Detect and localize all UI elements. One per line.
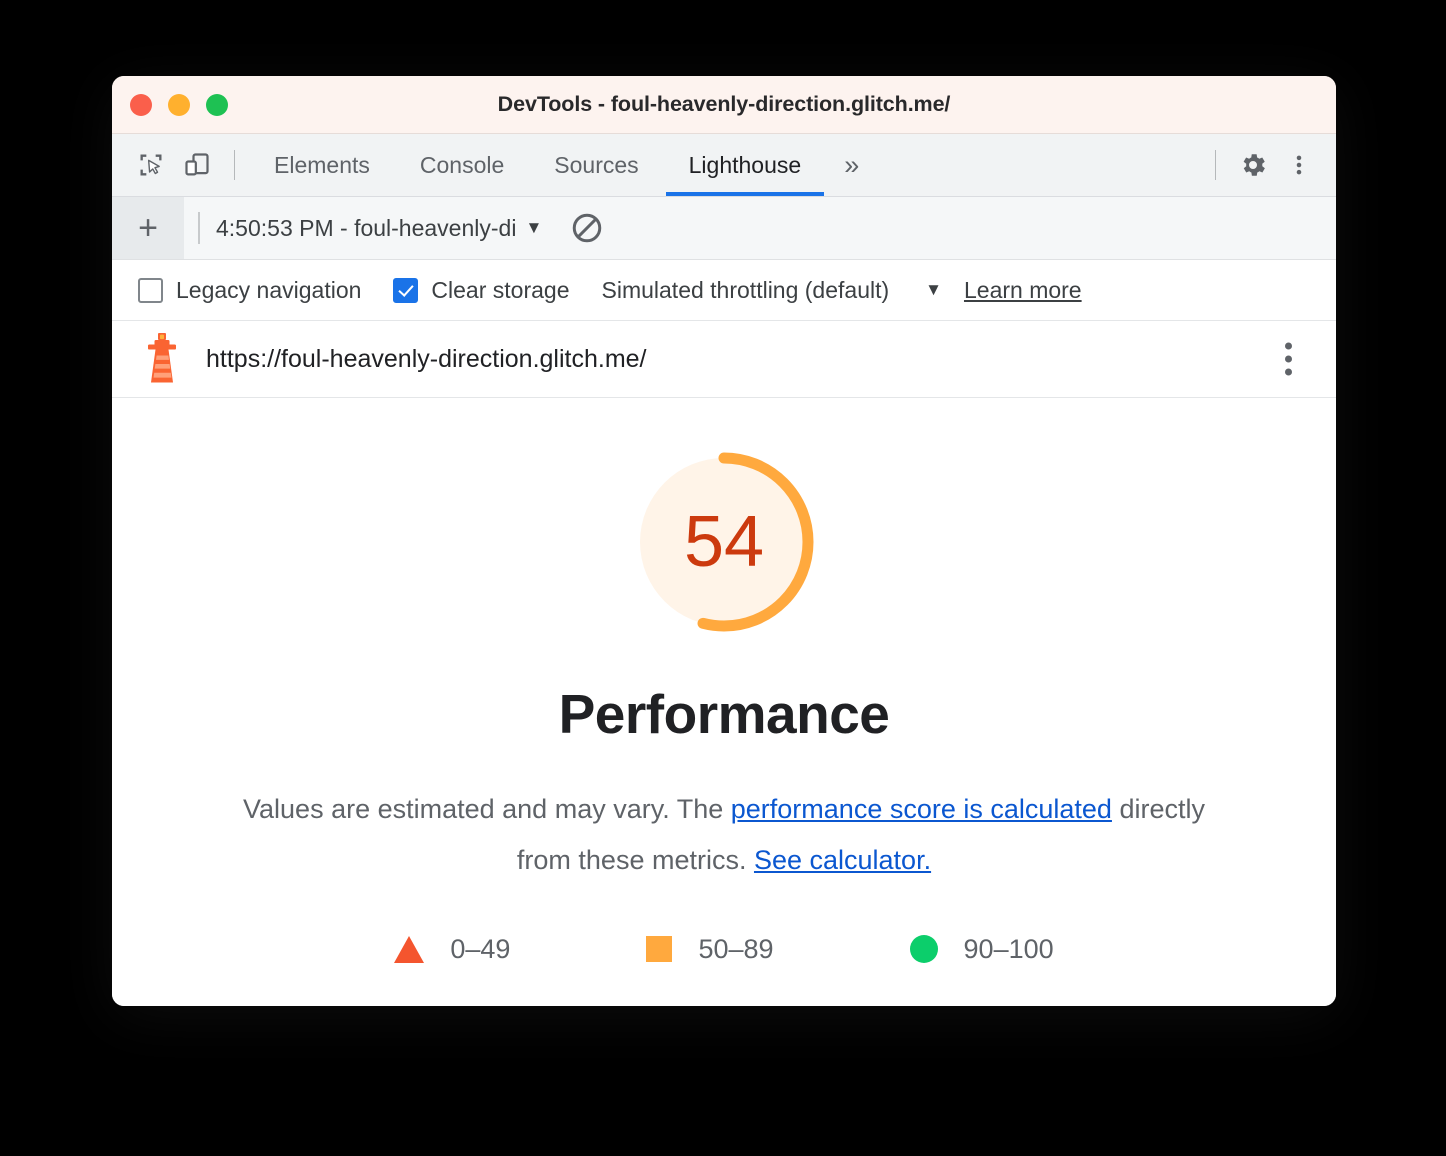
performance-score-gauge: 54 [628,446,820,638]
tab-sources[interactable]: Sources [529,134,663,196]
triangle-icon [394,935,425,963]
tab-sources-label: Sources [554,151,639,178]
score-description: Values are estimated and may vary. The p… [219,784,1229,886]
window-controls [130,93,228,116]
right-tools-divider [1215,150,1216,180]
tab-lighthouse-label: Lighthouse [688,151,802,178]
kebab-dot [1285,342,1292,350]
clear-storage-checkbox[interactable]: Clear storage [393,276,570,304]
devtools-tabstrip: Elements Console Sources Lighthouse » [112,134,1336,197]
tab-console[interactable]: Console [395,134,529,196]
clear-reports-button[interactable] [570,211,604,245]
more-options-icon[interactable] [1276,142,1322,188]
page-title: Performance [558,683,890,745]
learn-more-link[interactable]: Learn more [964,277,1082,304]
kebab-dot [1285,355,1292,363]
legacy-navigation-label: Legacy navigation [176,276,362,303]
devtools-window: DevTools - foul-heavenly-direction.glitc… [112,76,1336,1006]
tab-lighthouse[interactable]: Lighthouse [664,134,827,196]
settings-gear-icon[interactable] [1230,142,1276,188]
toolbar-divider [234,150,235,180]
screenshot-root: DevTools - foul-heavenly-direction.glitc… [0,0,1446,1156]
report-options-icon[interactable] [1285,342,1292,376]
clear-storage-box[interactable] [393,277,419,303]
legend-item-average: 50–89 [646,933,774,965]
legend-item-pass: 90–100 [909,933,1054,965]
performance-score-link[interactable]: performance score is calculated [731,794,1112,824]
legend-label-average: 50–89 [698,933,774,964]
clear-storage-label: Clear storage [431,276,570,303]
run-toolbar-divider [198,212,200,244]
throttling-select[interactable]: Simulated throttling (default) ▼ [602,277,942,304]
no-entry-clear-icon [573,213,602,243]
throttling-label: Simulated throttling (default) [601,276,890,303]
score-legend: 0–49 50–89 90–100 [394,933,1054,965]
report-url: https://foul-heavenly-direction.glitch.m… [206,344,647,373]
lighthouse-run-toolbar: + 4:50:53 PM - foul-heavenly-di ▼ [112,197,1336,260]
desc-part1: Values are estimated and may vary. The [243,794,731,824]
chevron-down-icon: ▼ [525,218,543,237]
new-report-button[interactable]: + [112,197,184,259]
chevron-down-icon: ▼ [925,280,942,299]
kebab-dot [1285,368,1292,376]
circle-icon [909,935,938,963]
more-tabs-icon[interactable]: » [826,134,877,196]
inspect-element-icon[interactable] [128,142,174,188]
report-header-row: https://foul-heavenly-direction.glitch.m… [112,321,1336,398]
close-window-button[interactable] [130,93,152,116]
panel-tabs: Elements Console Sources Lighthouse » [249,134,877,196]
report-selector[interactable]: 4:50:53 PM - foul-heavenly-di ▼ [216,215,542,242]
tab-console-label: Console [419,151,505,178]
legend-label-pass: 90–100 [963,933,1054,964]
legend-label-fail: 0–49 [450,933,511,964]
window-title: DevTools - foul-heavenly-direction.glitc… [497,92,951,116]
plus-icon: + [138,209,158,247]
score-value: 54 [683,502,765,582]
window-titlebar: DevTools - foul-heavenly-direction.glitc… [112,76,1336,134]
device-toolbar-icon[interactable] [174,142,220,188]
tab-elements[interactable]: Elements [249,134,395,196]
report-selector-label: 4:50:53 PM - foul-heavenly-di [216,214,517,241]
minimize-window-button[interactable] [168,93,190,116]
tabstrip-right-tools [1201,134,1322,196]
zoom-window-button[interactable] [206,93,228,116]
tab-elements-label: Elements [274,151,370,178]
lighthouse-settings-row: Legacy navigation Clear storage Simulate… [112,260,1336,321]
legacy-navigation-box[interactable] [138,277,163,303]
legacy-navigation-checkbox[interactable]: Legacy navigation [138,277,361,304]
see-calculator-link[interactable]: See calculator. [754,845,931,875]
legend-item-fail: 0–49 [394,934,510,965]
more-tabs-label: » [844,149,860,180]
lighthouse-report-body: 54 Performance Values are estimated and … [112,398,1336,1006]
lighthouse-icon [148,333,176,383]
square-icon [646,936,673,962]
